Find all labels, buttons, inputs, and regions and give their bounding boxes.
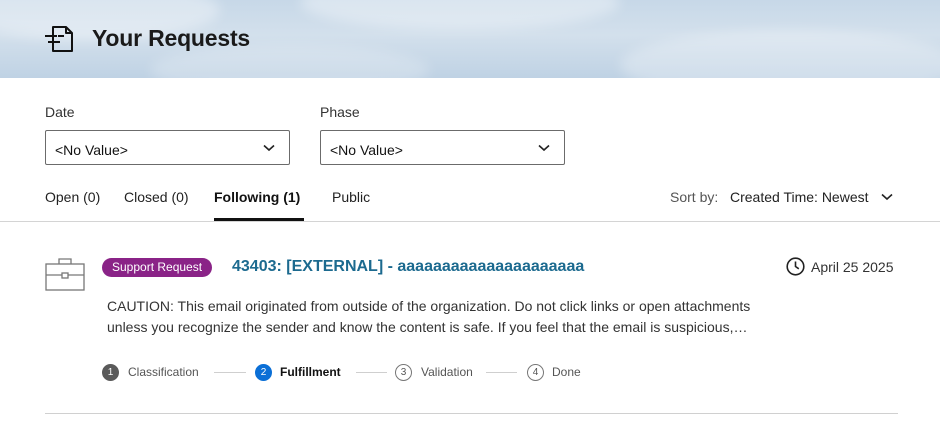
request-type-badge: Support Request: [102, 258, 213, 277]
request-title-link[interactable]: 43403: [EXTERNAL] - aaaaaaaaaaaaaaaaaaaa…: [232, 258, 584, 276]
tab-public[interactable]: Public: [332, 189, 370, 205]
step-connector: [214, 372, 246, 373]
request-description: CAUTION: This email originated from outs…: [107, 298, 751, 335]
clock-icon: [786, 257, 805, 276]
date-filter-label: Date: [45, 104, 75, 120]
chevron-down-icon: [263, 144, 275, 152]
step-4-indicator: 4: [527, 364, 544, 381]
chevron-down-icon[interactable]: [881, 193, 893, 201]
request-list-icon: [45, 26, 73, 52]
step-fulfillment-label: Fulfillment: [280, 365, 341, 379]
phase-filter-label: Phase: [320, 104, 360, 120]
phase-filter-value: <No Value>: [330, 142, 403, 158]
step-3-indicator: 3: [395, 364, 412, 381]
step-1-indicator: 1: [102, 364, 119, 381]
briefcase-icon: [45, 258, 85, 291]
sort-label: Sort by:: [670, 189, 719, 205]
step-2-indicator: 2: [255, 364, 272, 381]
page-title: Your Requests: [92, 25, 251, 51]
tab-closed[interactable]: Closed (0): [124, 189, 189, 205]
header-banner: Your Requests: [0, 0, 940, 78]
sort-dropdown[interactable]: Created Time: Newest: [730, 189, 869, 205]
step-classification-label: Classification: [128, 365, 199, 379]
step-connector: [486, 372, 517, 373]
tabs-divider: [0, 221, 940, 222]
date-filter-value: <No Value>: [55, 142, 128, 158]
step-connector: [356, 372, 387, 373]
card-divider: [45, 413, 898, 414]
step-done-label: Done: [552, 365, 581, 379]
phase-filter-select[interactable]: <No Value>: [320, 130, 565, 165]
tab-following[interactable]: Following (1): [214, 189, 300, 205]
request-date: April 25 2025: [811, 259, 894, 275]
chevron-down-icon: [538, 144, 550, 152]
tab-open[interactable]: Open (0): [45, 189, 100, 205]
step-validation-label: Validation: [421, 365, 473, 379]
date-filter-select[interactable]: <No Value>: [45, 130, 290, 165]
